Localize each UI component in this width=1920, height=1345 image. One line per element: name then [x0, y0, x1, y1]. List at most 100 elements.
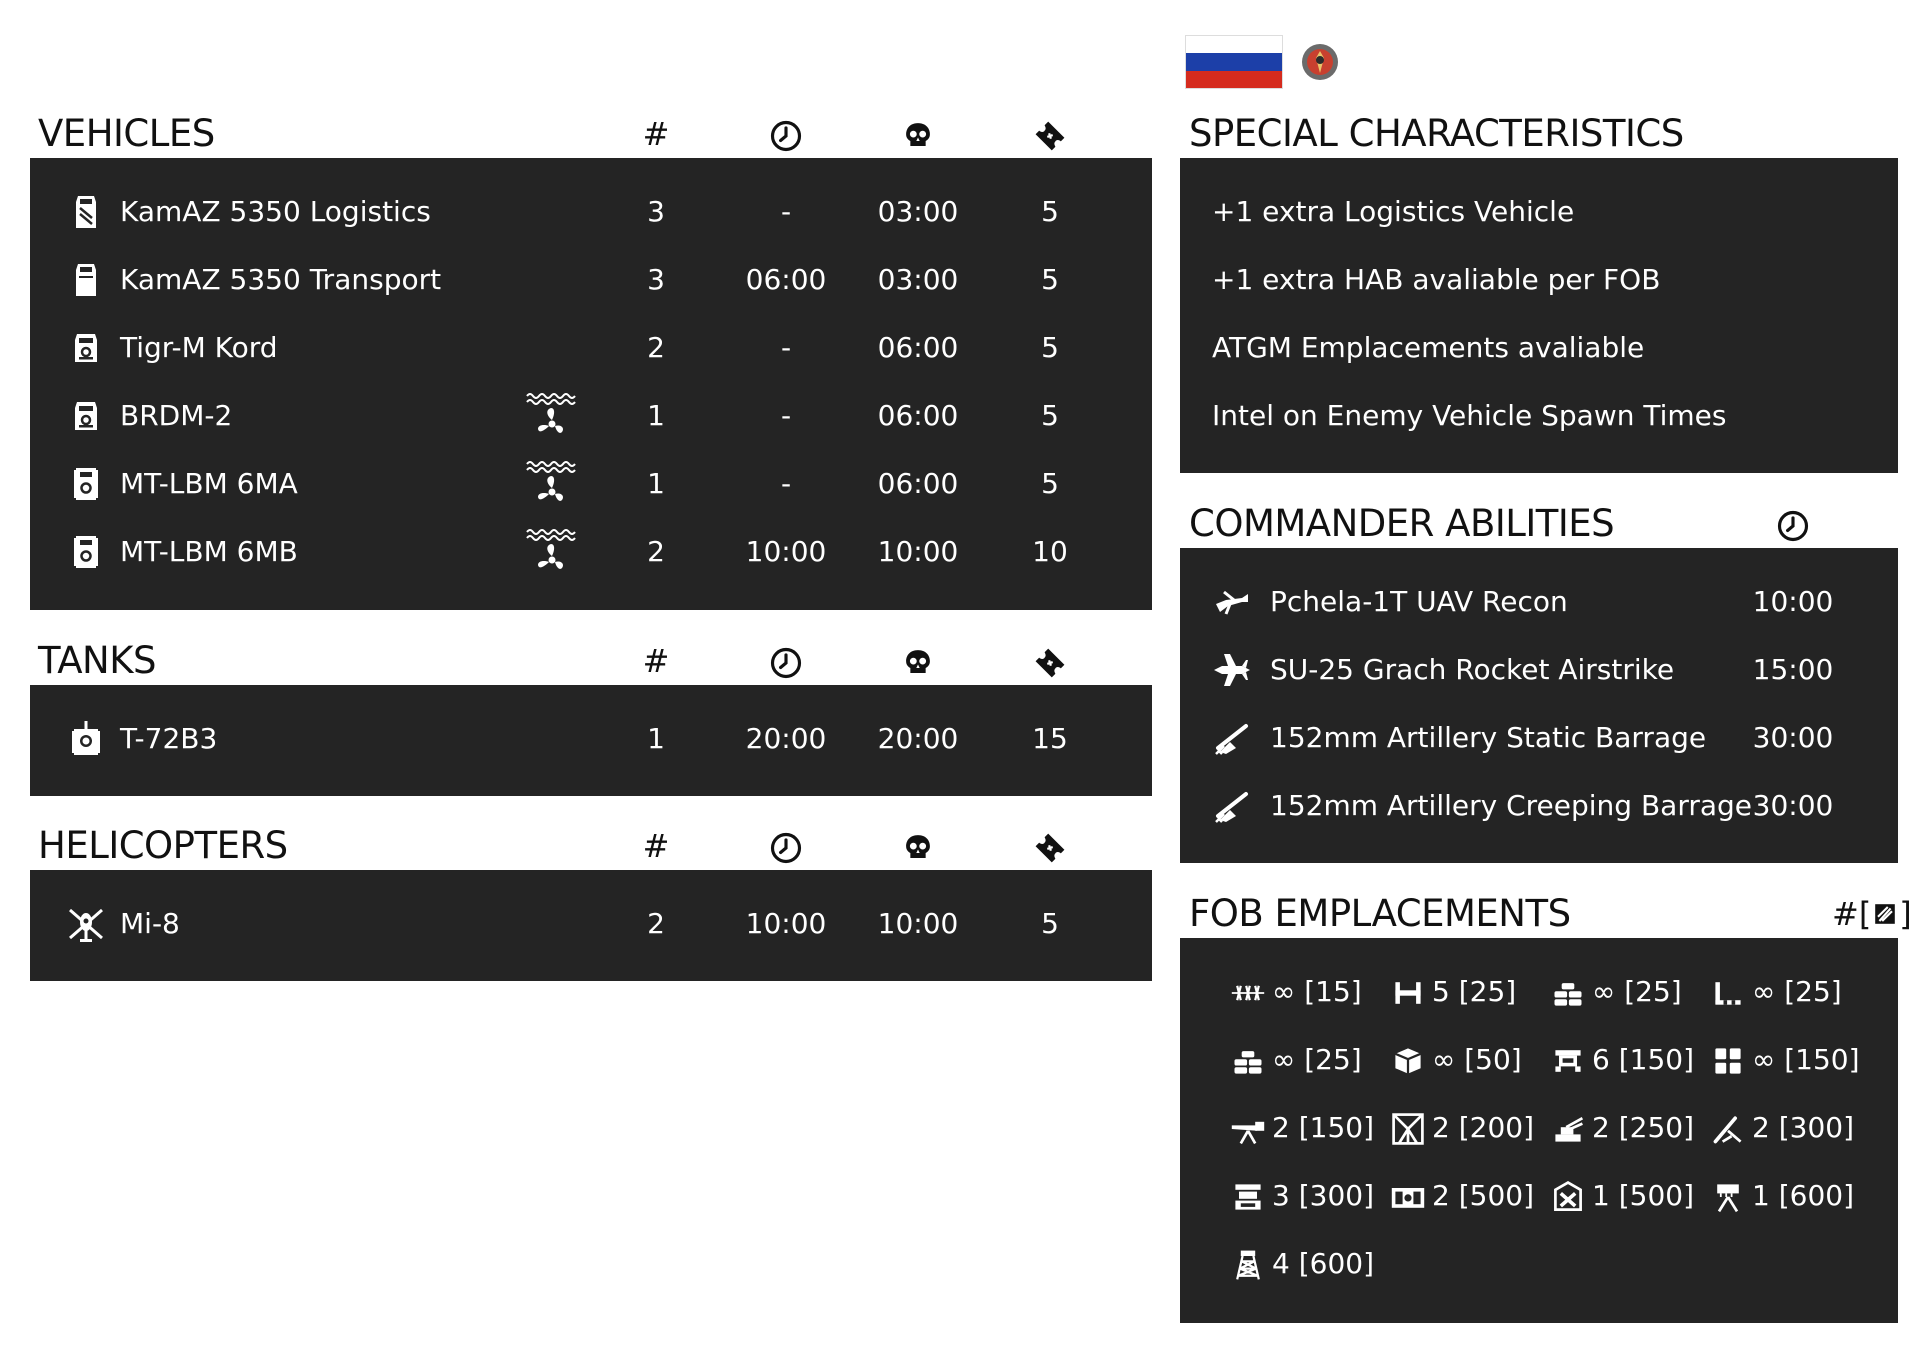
- vehicle-name: MT-LBM 6MB: [120, 535, 298, 568]
- vehicle-count: 1: [647, 467, 665, 500]
- apc-icon: [66, 464, 106, 504]
- fob-item-label: 2 [250]: [1592, 1111, 1695, 1144]
- fob-item: 4 [600]: [1230, 1230, 1374, 1298]
- helicopter-tickets: 5: [1041, 907, 1059, 940]
- hesco-icon: [1390, 975, 1426, 1011]
- fob-item-label: ∞ [50]: [1432, 1043, 1522, 1076]
- ability-name: SU-25 Grach Rocket Airstrike: [1270, 653, 1675, 686]
- vehicles-title: VEHICLES: [38, 112, 215, 155]
- special-panel: +1 extra Logistics Vehicle +1 extra HAB …: [1180, 158, 1898, 473]
- faction-emblem-icon: [1300, 38, 1340, 86]
- armored-car-icon: [66, 328, 106, 368]
- fob-item: ∞ [150]: [1710, 1026, 1860, 1094]
- tank-name: T-72B3: [120, 722, 218, 755]
- skull-icon: [888, 114, 948, 152]
- fob-item-label: 2 [500]: [1432, 1179, 1535, 1212]
- vehicle-name: KamAZ 5350 Transport: [120, 263, 442, 296]
- vehicle-tickets: 5: [1041, 263, 1059, 296]
- ability-name: 152mm Artillery Creeping Barrage: [1270, 789, 1753, 822]
- clock-icon: [756, 114, 816, 154]
- vehicle-tickets: 5: [1041, 467, 1059, 500]
- jet-icon: [1212, 650, 1252, 690]
- fob-item: ∞ [25]: [1710, 958, 1842, 1026]
- tank-count: 1: [647, 722, 665, 755]
- fob-item-label: 5 [25]: [1432, 975, 1517, 1008]
- vehicle-delay: 06:00: [877, 399, 959, 432]
- vehicle-delay: 03:00: [877, 263, 959, 296]
- tank-delay: 20:00: [877, 722, 959, 755]
- special-item: +1 extra Logistics Vehicle: [1212, 195, 1575, 228]
- vehicle-respawn: 06:00: [745, 263, 827, 296]
- helicopter-icon: [66, 904, 106, 944]
- sandbag-icon: [1550, 975, 1586, 1011]
- razor-wire-icon: [1230, 975, 1266, 1011]
- armored-car-icon: [66, 396, 106, 436]
- vehicles-count-header: #: [642, 115, 670, 153]
- tank-tickets: 15: [1032, 722, 1068, 755]
- ability-name: 152mm Artillery Static Barrage: [1270, 721, 1707, 754]
- clock-icon: [756, 641, 816, 681]
- ability-time: 30:00: [1752, 789, 1834, 822]
- watchtower-icon: [1230, 1247, 1266, 1283]
- fob-item: ∞ [50]: [1390, 1026, 1522, 1094]
- sandbag-wall-icon: [1230, 1043, 1266, 1079]
- fob-item: 2 [300]: [1710, 1094, 1854, 1162]
- vehicle-respawn: -: [780, 331, 792, 364]
- fob-item-label: 1 [500]: [1592, 1179, 1695, 1212]
- fob-item: 2 [250]: [1550, 1094, 1694, 1162]
- helicopter-count: 2: [647, 907, 665, 940]
- fob-item-label: 6 [150]: [1592, 1043, 1695, 1076]
- list-item: Pchela-1T UAV Recon 10:00: [1180, 568, 1898, 636]
- vehicle-count: 1: [647, 399, 665, 432]
- helicopters-title: HELICOPTERS: [38, 824, 288, 867]
- table-row: BRDM-2 1 - 06:00 5: [30, 382, 1152, 450]
- tanks-count-header: #: [642, 642, 670, 680]
- artillery-icon: [1212, 786, 1252, 826]
- fob-item: 2 [200]: [1390, 1094, 1534, 1162]
- vehicle-count: 3: [647, 195, 665, 228]
- transport-truck-icon: [66, 260, 106, 300]
- table-row: Mi-8 2 10:00 10:00 5: [30, 890, 1152, 958]
- ability-time: 30:00: [1752, 721, 1834, 754]
- repair-station-icon: [1230, 1179, 1266, 1215]
- special-title: SPECIAL CHARACTERISTICS: [1189, 112, 1684, 155]
- helicopter-respawn: 10:00: [745, 907, 827, 940]
- vehicle-name: MT-LBM 6MA: [120, 467, 298, 500]
- vehicle-name: KamAZ 5350 Logistics: [120, 195, 431, 228]
- fob-item: 6 [150]: [1550, 1026, 1694, 1094]
- fob-item-label: 3 [300]: [1272, 1179, 1375, 1212]
- vehicle-count: 2: [647, 535, 665, 568]
- fob-item: 3 [300]: [1230, 1162, 1374, 1230]
- fob-item-label: 2 [150]: [1272, 1111, 1375, 1144]
- vehicle-tickets: 5: [1041, 331, 1059, 364]
- ability-name: Pchela-1T UAV Recon: [1270, 585, 1568, 618]
- table-row: T-72B3 1 20:00 20:00 15: [30, 705, 1152, 773]
- table-row: KamAZ 5350 Logistics 3 - 03:00 5: [30, 178, 1152, 246]
- logistics-truck-icon: [66, 192, 106, 232]
- ammo-crate-icon: [1390, 1043, 1426, 1079]
- flag-stripe-blue: [1186, 53, 1282, 71]
- fob-item-label: 2 [200]: [1432, 1111, 1535, 1144]
- amphibious-icon: [525, 390, 579, 442]
- vehicle-tickets: 5: [1041, 399, 1059, 432]
- table-row: MT-LBM 6MA 1 - 06:00 5: [30, 450, 1152, 518]
- amphibious-icon: [525, 458, 579, 510]
- vehicle-count: 3: [647, 263, 665, 296]
- fob-item: ∞ [25]: [1230, 1026, 1362, 1094]
- uav-icon: [1212, 582, 1252, 622]
- clock-icon: [1763, 504, 1823, 544]
- ability-time: 15:00: [1752, 653, 1834, 686]
- vehicle-tickets: 10: [1032, 535, 1068, 568]
- skull-icon: [888, 641, 948, 679]
- tanks-title: TANKS: [38, 639, 156, 682]
- ability-time: 10:00: [1752, 585, 1834, 618]
- fob-header-close: ]: [1899, 895, 1912, 933]
- vehicle-delay: 06:00: [877, 467, 959, 500]
- fob-item-label: 2 [300]: [1752, 1111, 1855, 1144]
- vehicle-respawn: -: [780, 467, 792, 500]
- artillery-icon: [1212, 718, 1252, 758]
- special-item: ATGM Emplacements avaliable: [1212, 331, 1645, 364]
- rocket-launcher-icon: [1710, 1179, 1746, 1215]
- fob-item: ∞ [15]: [1230, 958, 1362, 1026]
- special-item: +1 extra HAB avaliable per FOB: [1212, 263, 1661, 296]
